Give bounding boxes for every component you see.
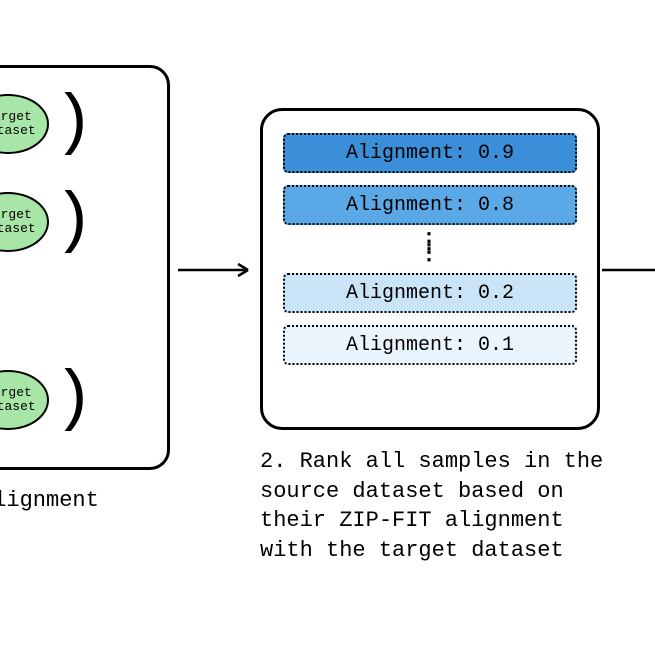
alignment-label: Alignment: 0.1 bbox=[346, 334, 514, 357]
ellipse-label-line2: Dataset bbox=[0, 400, 36, 414]
vertical-ellipsis: ⋮⋮ bbox=[283, 237, 577, 259]
ellipse-label-line2: Dataset bbox=[0, 124, 36, 138]
step2-caption: 2. Rank all samples in the source datase… bbox=[260, 447, 615, 566]
alignment-row: Alignment: 0.8 bbox=[283, 185, 577, 225]
arrow-icon bbox=[178, 260, 258, 280]
close-paren-glyph: ) bbox=[53, 366, 94, 434]
alignment-row: Alignment: 0.9 bbox=[283, 133, 577, 173]
ellipse-label-line2: Dataset bbox=[0, 222, 36, 236]
left-panel: , Target Dataset ) , Target Dataset ) ⋮ … bbox=[0, 65, 170, 470]
ellipse-row-3: , Target Dataset ) bbox=[0, 366, 94, 434]
ranked-panel: Alignment: 0.9 Alignment: 0.8 ⋮⋮ Alignme… bbox=[260, 108, 600, 430]
step1-caption: Alignment bbox=[0, 488, 99, 513]
close-paren-glyph: ) bbox=[53, 90, 94, 158]
ellipse-row-2: , Target Dataset ) bbox=[0, 188, 94, 256]
ellipse-row-1: , Target Dataset ) bbox=[0, 90, 94, 158]
alignment-label: Alignment: 0.9 bbox=[346, 142, 514, 165]
alignment-row: Alignment: 0.2 bbox=[283, 273, 577, 313]
alignment-label: Alignment: 0.8 bbox=[346, 194, 514, 217]
target-dataset-ellipse: Target Dataset bbox=[0, 94, 49, 154]
arrow-icon bbox=[602, 260, 655, 280]
ellipse-label-line1: Target bbox=[0, 386, 32, 400]
alignment-label: Alignment: 0.2 bbox=[346, 282, 514, 305]
close-paren-glyph: ) bbox=[53, 188, 94, 256]
ellipse-label-line1: Target bbox=[0, 208, 32, 222]
target-dataset-ellipse: Target Dataset bbox=[0, 370, 49, 430]
target-dataset-ellipse: Target Dataset bbox=[0, 192, 49, 252]
ellipse-label-line1: Target bbox=[0, 110, 32, 124]
alignment-row: Alignment: 0.1 bbox=[283, 325, 577, 365]
